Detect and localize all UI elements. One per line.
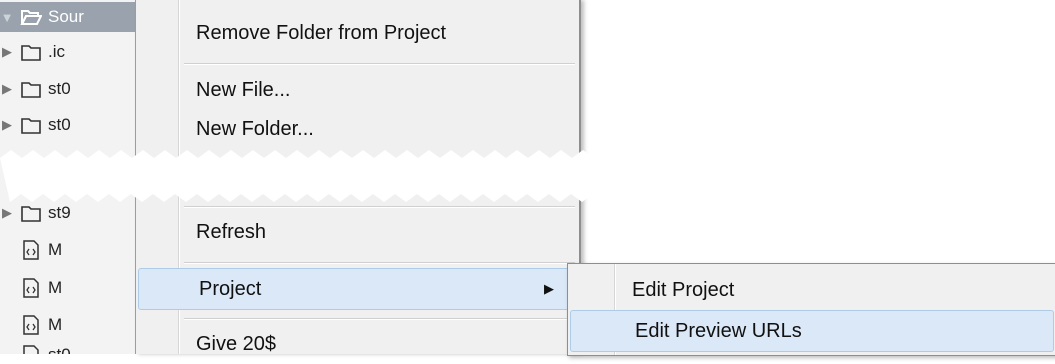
tree-item-file[interactable]: M (0, 273, 62, 303)
folder-icon (20, 79, 42, 99)
code-file-icon (20, 315, 42, 335)
menu-item-project[interactable]: Project ▶ (138, 268, 577, 310)
menu-item-label: New Folder... (196, 117, 314, 140)
open-folder-icon (20, 7, 42, 27)
tree-item-label: M (48, 315, 63, 334)
tree-item-label: st9 (48, 203, 71, 222)
folder-icon (20, 203, 42, 223)
tree-item-folder[interactable]: ▶ .ic (0, 37, 65, 67)
menu-item-label: Refresh (196, 220, 267, 243)
folder-icon (20, 42, 42, 62)
menu-item-label: Edit Project (632, 278, 735, 301)
tree-item-label: M (48, 240, 63, 259)
menu-item-label: Project (199, 277, 262, 300)
menu-separator (184, 318, 575, 320)
tree-item-folder[interactable]: ▶ st9 (0, 198, 71, 228)
menu-item-new-folder[interactable]: New Folder... (136, 109, 579, 149)
menu-separator (184, 206, 575, 208)
project-submenu: Edit Project Edit Preview URLs (567, 263, 1055, 356)
folder-icon (20, 115, 42, 135)
tree-item-folder[interactable]: ▶ st0 (0, 110, 71, 140)
submenu-arrow-icon: ▶ (544, 281, 554, 296)
tree-item-label: M (48, 278, 63, 297)
collapsed-chevron-icon[interactable]: ▶ (0, 81, 14, 97)
tree-root-folder[interactable]: ▼ Sour (0, 2, 140, 32)
tree-item-file[interactable]: M (0, 310, 62, 340)
tree-item-folder[interactable]: ▶ st0 (0, 74, 71, 104)
menu-item-edit-project[interactable]: Edit Project (568, 270, 1055, 310)
menu-item-label: New File... (196, 78, 291, 101)
menu-item-refresh[interactable]: Refresh (136, 212, 579, 252)
code-file-icon (20, 345, 42, 354)
menu-item-give[interactable]: Give 20$ (136, 324, 579, 364)
collapsed-chevron-icon[interactable]: ▶ (0, 44, 14, 60)
menu-item-edit-preview-urls[interactable]: Edit Preview URLs (570, 310, 1054, 352)
menu-item-new-file[interactable]: New File... (136, 70, 579, 110)
collapsed-chevron-icon[interactable]: ▶ (0, 117, 14, 133)
menu-separator (184, 63, 575, 65)
menu-item-remove-folder[interactable]: Remove Folder from Project (136, 13, 579, 53)
tree-item-label: st0 (48, 79, 71, 98)
tree-item-file[interactable]: st0 (0, 340, 71, 354)
tree-item-label: st0 (48, 345, 71, 354)
tree-root-label: Sour (48, 7, 84, 26)
menu-item-label: Give 20$ (196, 332, 277, 355)
expanded-chevron-icon[interactable]: ▼ (0, 10, 14, 25)
menu-separator (184, 262, 575, 264)
menu-item-label: Edit Preview URLs (635, 319, 802, 342)
code-file-icon (20, 240, 42, 260)
tree-item-label: st0 (48, 115, 71, 134)
tree-item-file[interactable]: M (0, 235, 62, 265)
menu-item-label: Remove Folder from Project (196, 21, 447, 44)
code-file-icon (20, 278, 42, 298)
tree-item-label: .ic (48, 42, 65, 61)
collapsed-chevron-icon[interactable]: ▶ (0, 205, 14, 221)
torn-edge-break (0, 150, 1055, 202)
